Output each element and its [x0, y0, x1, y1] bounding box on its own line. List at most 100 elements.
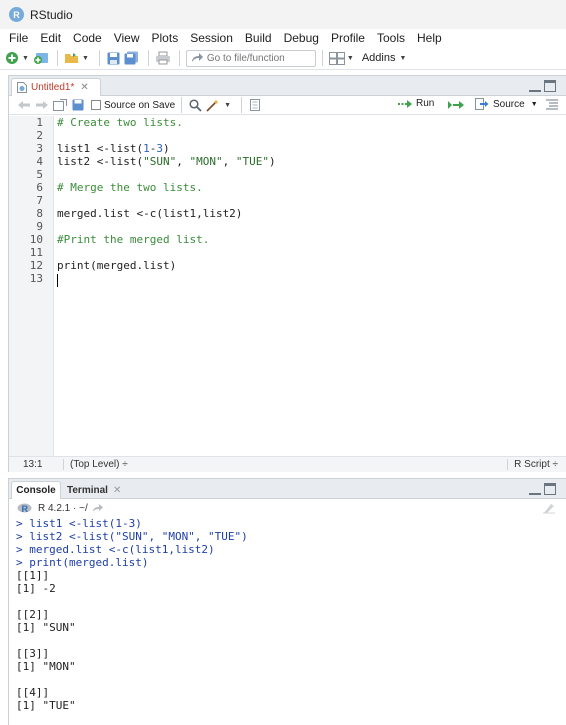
- run-button[interactable]: Run: [397, 98, 434, 109]
- code-line: list1 <-list(1-3): [57, 142, 170, 155]
- source-button[interactable]: Source ▼: [475, 98, 538, 110]
- toolbar-divider: [56, 50, 58, 66]
- console-output-line: [[1]]: [16, 569, 50, 582]
- menu-tools[interactable]: Tools: [371, 29, 411, 47]
- line-number: 2: [36, 129, 43, 142]
- line-number: 9: [36, 220, 43, 233]
- save-all-icon[interactable]: [124, 50, 140, 66]
- tab-terminal[interactable]: Terminal ✕: [67, 481, 121, 499]
- document-outline-icon[interactable]: [546, 99, 558, 113]
- source-label: Source: [493, 98, 525, 110]
- compile-report-icon[interactable]: [248, 98, 262, 112]
- menu-plots[interactable]: Plots: [146, 29, 185, 47]
- text-cursor: [57, 274, 58, 287]
- console-output-line: [1] "TUE": [16, 699, 76, 712]
- clear-console-icon[interactable]: [542, 502, 556, 517]
- menu-file[interactable]: File: [3, 29, 34, 47]
- menu-build[interactable]: Build: [239, 29, 278, 47]
- pane-layout-caret-icon[interactable]: ▼: [347, 55, 354, 62]
- find-replace-icon[interactable]: [188, 98, 202, 112]
- save-icon[interactable]: [106, 50, 122, 66]
- line-number: 7: [36, 194, 43, 207]
- pane-layout-icon[interactable]: [328, 50, 345, 66]
- title-bar: R RStudio: [0, 0, 566, 29]
- show-in-window-icon[interactable]: [53, 98, 67, 112]
- line-number-gutter: 1 2 3 4 5 6 7 8 9 10 11 12 13: [9, 116, 54, 456]
- code-line: #Print the merged list.: [57, 233, 210, 246]
- tab-untitled1[interactable]: Untitled1* ✕: [11, 78, 101, 96]
- code-line: list2 <-list("SUN", "MON", "TUE"): [57, 155, 276, 168]
- menu-session[interactable]: Session: [184, 29, 239, 47]
- console-pane-controls: [529, 483, 556, 495]
- menu-debug[interactable]: Debug: [278, 29, 325, 47]
- toolbar-divider: [147, 50, 149, 66]
- code-editor[interactable]: 1 2 3 4 5 6 7 8 9 10 11 12 13 # Create t…: [9, 116, 566, 456]
- console-input-line: > merged.list <-c(list1,list2): [16, 543, 215, 556]
- console-output[interactable]: > list1 <-list(1-3) > list2 <-list("SUN",…: [16, 517, 561, 712]
- console-output-line: [1] -2: [16, 582, 56, 595]
- svg-text:R: R: [22, 504, 29, 514]
- code-line: merged.list <-c(list1,list2): [57, 207, 243, 220]
- tab-console[interactable]: Console: [11, 481, 61, 499]
- console-pane: Console Terminal ✕ R R 4.2.1 · ~/ > list…: [8, 478, 566, 725]
- console-input-line: > print(merged.list): [16, 556, 149, 569]
- menu-edit[interactable]: Edit: [34, 29, 67, 47]
- line-number: 4: [36, 155, 43, 168]
- line-number: 5: [36, 168, 43, 181]
- open-file-icon[interactable]: [64, 50, 80, 66]
- goto-wd-icon[interactable]: [92, 503, 103, 513]
- console-tab-bar: Console Terminal ✕: [9, 479, 566, 499]
- code-tools-wand-icon[interactable]: [206, 98, 220, 112]
- run-label: Run: [416, 98, 435, 109]
- new-file-caret-icon[interactable]: ▼: [22, 55, 29, 62]
- console-output-line: [[2]]: [16, 608, 50, 621]
- rerun-icon[interactable]: [447, 99, 465, 113]
- addins-caret-icon[interactable]: ▼: [399, 55, 406, 62]
- save-icon[interactable]: [71, 98, 85, 112]
- new-project-icon[interactable]: [33, 50, 49, 66]
- console-output-line: [[3]]: [16, 647, 50, 660]
- console-output-line: [1] "SUN": [16, 621, 76, 634]
- menu-help[interactable]: Help: [411, 29, 448, 47]
- goto-file-input[interactable]: [206, 52, 312, 64]
- addins-menu[interactable]: Addins: [362, 52, 396, 64]
- forward-arrow-icon[interactable]: [35, 98, 49, 112]
- new-file-icon[interactable]: [4, 50, 20, 66]
- tab-close-icon[interactable]: ✕: [80, 82, 88, 93]
- editor-status-bar: 13:1 (Top Level) ÷ R Script ÷: [9, 456, 566, 472]
- file-type-selector[interactable]: R Script ÷: [507, 459, 558, 470]
- run-arrow-icon: [398, 99, 412, 108]
- console-input-line: > list1 <-list(1-3): [16, 517, 142, 530]
- maximize-pane-icon[interactable]: [544, 483, 556, 495]
- open-file-caret-icon[interactable]: ▼: [82, 55, 89, 62]
- window-title: RStudio: [30, 7, 73, 22]
- toolbar-divider: [181, 97, 183, 113]
- code-tools-caret-icon[interactable]: ▼: [224, 102, 231, 109]
- menu-profile[interactable]: Profile: [325, 29, 371, 47]
- minimize-pane-icon[interactable]: [529, 483, 541, 495]
- tab-close-icon[interactable]: ✕: [113, 485, 121, 496]
- line-number: 1: [36, 116, 43, 129]
- minimize-pane-icon[interactable]: [529, 80, 541, 92]
- toolbar-divider: [241, 97, 243, 113]
- main-toolbar: ▼ ▼ ▼ Addins ▼: [0, 47, 566, 70]
- print-icon[interactable]: [155, 50, 171, 66]
- maximize-pane-icon[interactable]: [544, 80, 556, 92]
- goto-file-box[interactable]: [185, 49, 316, 67]
- console-input-line: > list2 <-list("SUN", "MON", "TUE"): [16, 530, 248, 543]
- back-arrow-icon[interactable]: [17, 98, 31, 112]
- checkbox-box[interactable]: [91, 100, 101, 110]
- tab-terminal-label: Terminal: [67, 484, 108, 496]
- menu-code[interactable]: Code: [67, 29, 108, 47]
- menu-view[interactable]: View: [108, 29, 146, 47]
- cursor-position: 13:1: [23, 459, 43, 470]
- line-number: 11: [29, 246, 43, 259]
- source-caret-icon[interactable]: ▼: [531, 101, 538, 108]
- console-header: R R 4.2.1 · ~/: [9, 499, 566, 517]
- scope-selector[interactable]: (Top Level) ÷: [63, 459, 128, 470]
- source-on-save-checkbox[interactable]: Source on Save: [91, 100, 175, 111]
- code-line: # Create two lists.: [57, 116, 183, 129]
